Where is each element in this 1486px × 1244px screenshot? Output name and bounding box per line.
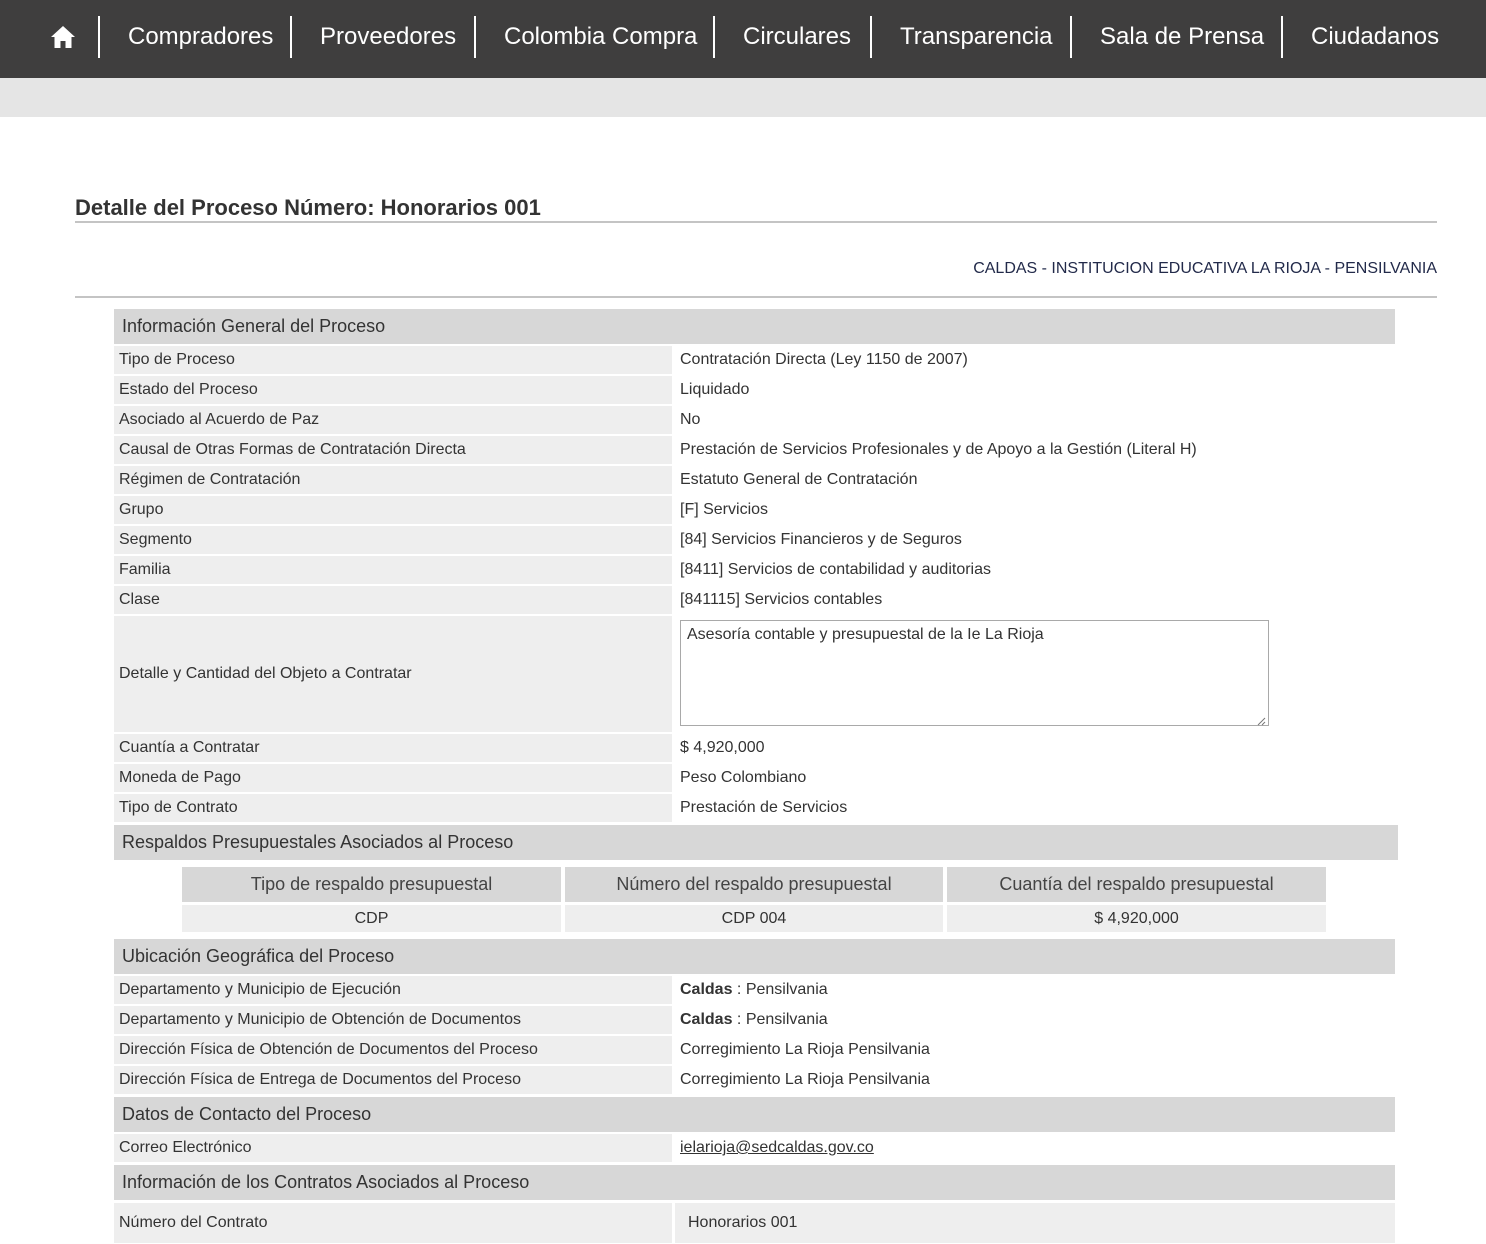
nav-compradores[interactable]: Compradores — [128, 0, 273, 78]
row-value: Prestación de Servicios Profesionales y … — [680, 441, 1197, 458]
nav-proveedores[interactable]: Proveedores — [320, 0, 456, 78]
row-label: Departamento y Municipio de Ejecución — [114, 976, 672, 1004]
section-header-general: Información General del Proceso — [114, 309, 1395, 344]
info-row-tipo-contrato: Tipo de Contrato Prestación de Servicios — [114, 794, 1395, 822]
row-value: [841115] Servicios contables — [680, 591, 883, 608]
budget-cell-cuantia: $ 4,920,000 — [947, 905, 1326, 932]
geo-row-ejecucion: Departamento y Municipio de Ejecución Ca… — [114, 976, 1395, 1004]
row-label: Número del Contrato — [114, 1203, 672, 1243]
nav-divider — [290, 16, 292, 58]
entity-name: CALDAS - INSTITUCION EDUCATIVA LA RIOJA … — [973, 260, 1437, 277]
department-name: Caldas — [680, 1011, 733, 1028]
row-label: Régimen de Contratación — [114, 466, 672, 494]
info-row-regimen: Régimen de Contratación Estatuto General… — [114, 466, 1395, 494]
nav-sala-de-prensa[interactable]: Sala de Prensa — [1100, 0, 1264, 78]
row-value: Estatuto General de Contratación — [680, 471, 918, 488]
row-value: Caldas : Pensilvania — [680, 1006, 828, 1034]
row-label: Segmento — [114, 526, 672, 554]
contact-row-email: Correo Electrónico ielarioja@sedcaldas.g… — [114, 1134, 1395, 1162]
budget-cell-tipo: CDP — [182, 905, 561, 932]
row-value: Peso Colombiano — [680, 769, 807, 786]
nav-divider — [474, 16, 476, 58]
row-label: Familia — [114, 556, 672, 584]
row-label: Tipo de Contrato — [114, 794, 672, 822]
info-row-tipo-proceso: Tipo de Proceso Contratación Directa (Le… — [114, 346, 1395, 374]
row-value: Liquidado — [680, 381, 750, 398]
row-value: ielarioja@sedcaldas.gov.co — [680, 1134, 874, 1162]
section-header-geo: Ubicación Geográfica del Proceso — [114, 939, 1395, 974]
objeto-text: Asesoría contable y presupuestal de la I… — [687, 626, 1044, 643]
info-row-segmento: Segmento [84] Servicios Financieros y de… — [114, 526, 1395, 554]
nav-ciudadanos[interactable]: Ciudadanos — [1311, 0, 1439, 78]
row-label: Dirección Física de Entrega de Documento… — [114, 1066, 672, 1094]
row-value: No — [680, 411, 701, 428]
info-row-cuantia: Cuantía a Contratar $ 4,920,000 — [114, 734, 1395, 762]
row-value: Corregimiento La Rioja Pensilvania — [680, 1041, 930, 1058]
row-label: Tipo de Proceso — [114, 346, 672, 374]
row-value: Caldas : Pensilvania — [680, 976, 828, 1004]
email-link[interactable]: ielarioja@sedcaldas.gov.co — [680, 1139, 874, 1156]
section-header-contracts: Información de los Contratos Asociados a… — [114, 1165, 1395, 1200]
row-label: Dirección Física de Obtención de Documen… — [114, 1036, 672, 1064]
row-label: Causal de Otras Formas de Contratación D… — [114, 436, 672, 464]
geo-row-obtencion: Departamento y Municipio de Obtención de… — [114, 1006, 1395, 1034]
contract-number-value: Honorarios 001 — [675, 1203, 1395, 1243]
row-value: Prestación de Servicios — [680, 799, 848, 816]
info-row-familia: Familia [8411] Servicios de contabilidad… — [114, 556, 1395, 584]
home-icon[interactable] — [50, 24, 76, 50]
budget-col-header-cuantia: Cuantía del respaldo presupuestal — [947, 867, 1326, 902]
municipality-name: Pensilvania — [745, 1011, 828, 1028]
budget-col-header-tipo: Tipo de respaldo presupuestal — [182, 867, 561, 902]
nav-transparencia[interactable]: Transparencia — [900, 0, 1053, 78]
row-label: Detalle y Cantidad del Objeto a Contrata… — [114, 616, 672, 732]
row-value: Contratación Directa (Ley 1150 de 2007) — [680, 351, 968, 368]
section-header-budget: Respaldos Presupuestales Asociados al Pr… — [114, 825, 1398, 860]
municipality-name: Pensilvania — [745, 981, 828, 998]
info-row-acuerdo-paz: Asociado al Acuerdo de Paz No — [114, 406, 1395, 434]
separator: : — [732, 1011, 746, 1028]
row-label: Clase — [114, 586, 672, 614]
nav-divider — [870, 16, 872, 58]
row-label: Estado del Proceso — [114, 376, 672, 404]
entity-divider — [75, 296, 1437, 298]
resize-grip-icon[interactable] — [1256, 713, 1266, 726]
info-row-objeto: Detalle y Cantidad del Objeto a Contrata… — [114, 616, 1395, 732]
page-title: Detalle del Proceso Número: Honorarios 0… — [75, 195, 541, 220]
nav-colombia-compra[interactable]: Colombia Compra — [504, 0, 697, 78]
nav-divider — [1281, 16, 1283, 58]
nav-circulares[interactable]: Circulares — [743, 0, 851, 78]
contract-row-number: Número del Contrato Honorarios 001 — [114, 1203, 1395, 1243]
row-label: Asociado al Acuerdo de Paz — [114, 406, 672, 434]
row-value: [F] Servicios — [680, 501, 769, 518]
info-row-estado: Estado del Proceso Liquidado — [114, 376, 1395, 404]
objeto-textarea[interactable]: Asesoría contable y presupuestal de la I… — [680, 620, 1269, 726]
row-label: Grupo — [114, 496, 672, 524]
nav-divider — [713, 16, 715, 58]
budget-cell-numero: CDP 004 — [565, 905, 943, 932]
row-value: $ 4,920,000 — [680, 739, 765, 756]
separator: : — [732, 981, 746, 998]
row-value: [84] Servicios Financieros y de Seguros — [680, 531, 962, 548]
row-label: Moneda de Pago — [114, 764, 672, 792]
row-value: Corregimiento La Rioja Pensilvania — [680, 1071, 930, 1088]
row-label: Cuantía a Contratar — [114, 734, 672, 762]
info-row-moneda: Moneda de Pago Peso Colombiano — [114, 764, 1395, 792]
info-row-causal: Causal de Otras Formas de Contratación D… — [114, 436, 1395, 464]
section-header-contact: Datos de Contacto del Proceso — [114, 1097, 1395, 1132]
row-value: [8411] Servicios de contabilidad y audit… — [680, 561, 991, 578]
row-label: Correo Electrónico — [114, 1134, 672, 1162]
department-name: Caldas — [680, 981, 733, 998]
top-navigation: Compradores Proveedores Colombia Compra … — [0, 0, 1486, 78]
nav-divider — [98, 16, 100, 58]
sub-navigation-bar — [0, 78, 1486, 117]
title-divider — [75, 221, 1437, 223]
budget-col-header-numero: Número del respaldo presupuestal — [565, 867, 943, 902]
geo-row-direccion-obtencion: Dirección Física de Obtención de Documen… — [114, 1036, 1395, 1064]
geo-row-direccion-entrega: Dirección Física de Entrega de Documento… — [114, 1066, 1395, 1094]
row-label: Departamento y Municipio de Obtención de… — [114, 1006, 672, 1034]
info-row-grupo: Grupo [F] Servicios — [114, 496, 1395, 524]
info-row-clase: Clase [841115] Servicios contables — [114, 586, 1395, 614]
nav-divider — [1070, 16, 1072, 58]
